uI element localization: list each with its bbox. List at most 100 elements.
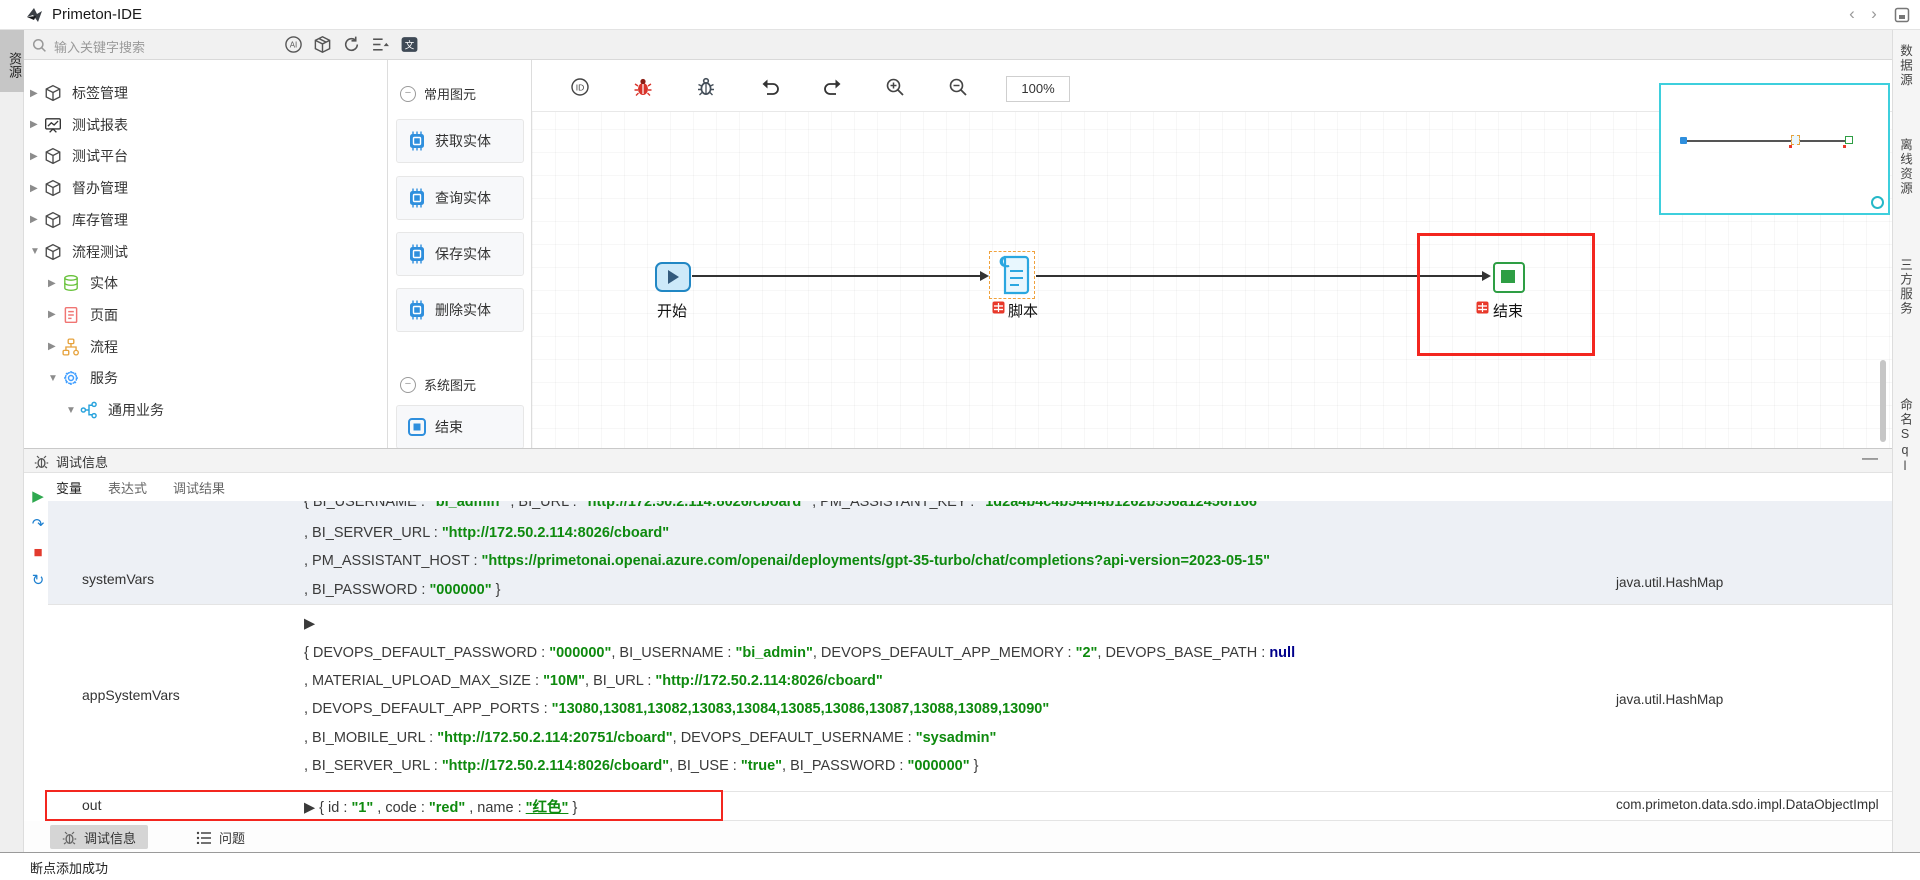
tree-item-库存管理[interactable]: ▶库存管理 (30, 205, 128, 235)
sort-list-icon[interactable] (371, 35, 393, 55)
cube-icon (44, 147, 66, 165)
chevron-right-icon[interactable]: ▶ (48, 341, 62, 352)
palette-section-header[interactable]: −系统图元 (400, 375, 476, 394)
minimap-resize-handle[interactable] (1871, 196, 1884, 209)
debug-config-icon[interactable] (696, 77, 716, 97)
chevron-right-icon[interactable]: ▶ (48, 278, 62, 289)
chevron-down-icon[interactable]: ▼ (48, 373, 62, 384)
resume-icon[interactable]: ▶ (30, 489, 46, 505)
collapse-icon[interactable]: − (400, 86, 416, 102)
variable-value-line: { DEVOPS_DEFAULT_PASSWORD : "000000", BI… (304, 645, 1295, 661)
bottom-tab-问题[interactable]: 问题 (184, 825, 257, 849)
stop-icon[interactable]: ■ (30, 545, 46, 561)
edge-start-script (692, 275, 980, 277)
tree-item-label: 页面 (90, 305, 118, 325)
flow-canvas[interactable]: ID 100% 开始 脚本 结束 (532, 60, 1892, 448)
chevron-right-icon[interactable]: ▶ (30, 88, 44, 99)
chevron-down-icon[interactable]: ▼ (66, 405, 80, 416)
end-node-label: 结束 (1493, 300, 1523, 321)
script-node[interactable] (995, 254, 1031, 296)
minimap[interactable] (1659, 83, 1890, 215)
script-node-label: 脚本 (1008, 300, 1038, 321)
right-tab-数据源[interactable]: 数据源 (1896, 44, 1915, 88)
right-tab-三方服务[interactable]: 三方服务 (1896, 258, 1915, 316)
sidebar-tab-resources[interactable]: 资源 (0, 30, 24, 92)
chevron-right-icon[interactable]: ▶ (30, 119, 44, 130)
start-node[interactable] (655, 262, 691, 292)
app-title: Primeton-IDE (52, 6, 142, 23)
package-icon[interactable] (313, 35, 335, 55)
end-node-red-highlight-box (1417, 233, 1595, 356)
variable-value-line: , MATERIAL_UPLOAD_MAX_SIZE : "10M", BI_U… (304, 673, 883, 689)
variable-type: java.util.HashMap (1616, 575, 1723, 590)
debug-panel-header: 调试信息 — (24, 449, 1892, 473)
save-layout-icon[interactable] (1894, 7, 1910, 23)
tree-item-流程[interactable]: ▶ 流程 (48, 332, 118, 362)
id-badge-icon[interactable]: ID (570, 77, 590, 97)
tree-item-标签管理[interactable]: ▶标签管理 (30, 78, 128, 108)
zoom-level-select[interactable]: 100% (1006, 76, 1070, 102)
search-input[interactable]: 输入关键字搜索 (30, 34, 230, 56)
tree-item-通用业务[interactable]: ▼通用业务 (66, 395, 164, 425)
script-breakpoint-icon[interactable] (992, 301, 1005, 314)
right-tab-离线资源[interactable]: 离线资源 (1896, 138, 1915, 196)
tree-item-页面[interactable]: ▶ 页面 (48, 300, 118, 330)
variable-value-line: , BI_PASSWORD : "000000" } (304, 582, 500, 598)
tree-item-流程测试[interactable]: ▼流程测试 (30, 237, 128, 267)
canvas-vertical-scrollbar[interactable] (1880, 360, 1886, 442)
cube-icon (44, 179, 66, 197)
bottom-tab-调试信息[interactable]: 调试信息 (50, 825, 148, 849)
end-node[interactable] (1493, 262, 1525, 293)
zoom-in-icon[interactable] (885, 77, 905, 97)
ai-assist-icon[interactable]: AI (284, 35, 306, 55)
rerun-icon[interactable]: ↻ (30, 573, 46, 589)
refresh-icon[interactable] (342, 35, 364, 55)
step-over-icon[interactable]: ↷ (30, 517, 46, 533)
nav-forward-icon[interactable]: › (1864, 4, 1884, 24)
palette-item-获取实体[interactable]: 获取实体 (396, 119, 524, 163)
chevron-right-icon[interactable]: ▶ (30, 151, 44, 162)
nav-back-icon[interactable]: ‹ (1842, 4, 1862, 24)
chevron-right-icon[interactable]: ▶ (30, 214, 44, 225)
tree-item-label: 流程 (90, 337, 118, 357)
tree-item-测试平台[interactable]: ▶ 测试平台 (30, 141, 128, 171)
variable-row-appSystemVars[interactable]: appSystemVars▶{ DEVOPS_DEFAULT_PASSWORD … (48, 604, 1892, 791)
palette-section-header[interactable]: −常用图元 (400, 84, 476, 103)
chevron-right-icon[interactable]: ▶ (30, 183, 44, 194)
chip-icon (407, 300, 427, 320)
chevron-right-icon[interactable]: ▶ (48, 309, 62, 320)
bottom-tab-label: 问题 (219, 828, 245, 847)
palette-item-保存实体[interactable]: 保存实体 (396, 232, 524, 276)
right-tab-命名Sql[interactable]: 命名Sql (1896, 398, 1915, 475)
breakpoint-bug-red-icon[interactable] (633, 77, 653, 97)
palette-item-查询实体[interactable]: 查询实体 (396, 176, 524, 220)
tree-item-督办管理[interactable]: ▶督办管理 (30, 173, 128, 203)
db-icon (62, 274, 84, 292)
play-icon (668, 270, 679, 284)
minimap-breakpoint-dot2 (1843, 145, 1846, 148)
status-message: 断点添加成功 (30, 858, 108, 877)
tree-item-label: 测试平台 (72, 146, 128, 166)
palette-item-结束[interactable]: 结束 (396, 405, 524, 448)
redo-icon[interactable] (822, 77, 842, 97)
palette-item-删除实体[interactable]: 删除实体 (396, 288, 524, 332)
chip-icon (407, 188, 427, 208)
zoom-out-icon[interactable] (948, 77, 968, 97)
collapse-icon[interactable]: − (400, 377, 416, 393)
translate-doc-icon[interactable]: 文 (400, 35, 422, 55)
cube-icon (44, 243, 66, 261)
end-breakpoint-icon[interactable] (1476, 301, 1489, 314)
tree-item-实体[interactable]: ▶实体 (48, 268, 118, 298)
tree-item-测试报表[interactable]: ▶测试报表 (30, 110, 128, 140)
edge-start-script-arrowhead (980, 271, 989, 281)
minimize-icon[interactable]: — (1862, 450, 1878, 468)
chevron-down-icon[interactable]: ▼ (30, 246, 44, 257)
debug-gutter: ▶ ↷ ■ ↻ (28, 489, 48, 589)
chart-icon (44, 116, 66, 134)
palette-item-label: 获取实体 (435, 131, 491, 151)
undo-icon[interactable] (759, 77, 779, 97)
cube-icon (44, 84, 66, 102)
minimap-script-node (1791, 135, 1800, 145)
variable-row-systemVars[interactable]: systemVars{ BI_USERNAME : "bi_admin" , B… (48, 501, 1892, 604)
tree-item-服务[interactable]: ▼服务 (48, 363, 118, 393)
